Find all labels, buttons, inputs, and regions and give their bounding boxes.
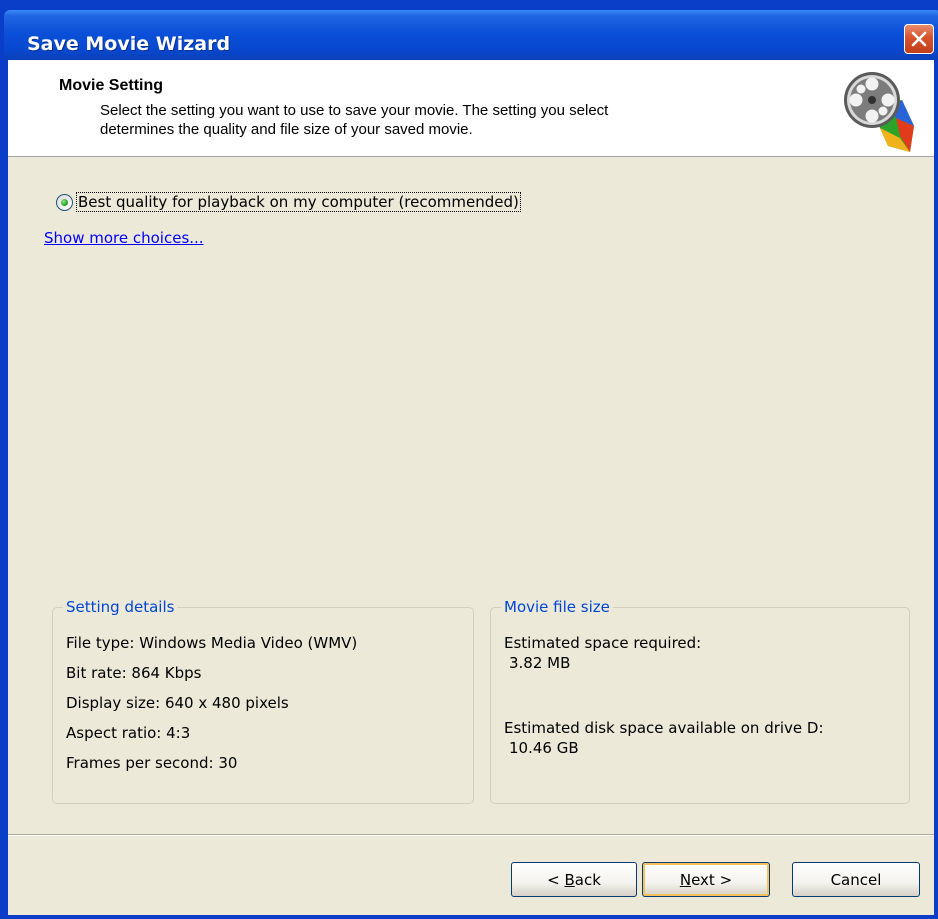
save-movie-wizard-window: Save Movie Wizard Movie Setting Select t… bbox=[0, 0, 938, 919]
back-button-hotkey: B bbox=[564, 870, 575, 889]
setting-details-group: Setting details File type: Windows Media… bbox=[52, 598, 474, 804]
cancel-button-label: Cancel bbox=[830, 870, 882, 889]
button-separator bbox=[8, 834, 934, 836]
best-quality-radio[interactable] bbox=[56, 193, 73, 211]
file-type-detail: File type: Windows Media Video (WMV) bbox=[66, 634, 358, 652]
next-button[interactable]: Next > bbox=[642, 862, 770, 897]
close-button[interactable] bbox=[904, 24, 934, 54]
frames-per-second-detail: Frames per second: 30 bbox=[66, 754, 238, 772]
movie-file-size-legend: Movie file size bbox=[501, 598, 613, 616]
best-quality-option[interactable]: Best quality for playback on my computer… bbox=[56, 192, 521, 212]
space-required-value: 3.82 MB bbox=[509, 654, 571, 672]
movie-file-size-group: Movie file size Estimated space required… bbox=[490, 598, 910, 804]
window-title: Save Movie Wizard bbox=[27, 33, 231, 55]
page-description: Select the setting you want to use to sa… bbox=[100, 101, 780, 139]
setting-details-legend: Setting details bbox=[63, 598, 178, 616]
best-quality-label[interactable]: Best quality for playback on my computer… bbox=[76, 192, 521, 212]
aspect-ratio-detail: Aspect ratio: 4:3 bbox=[66, 724, 191, 742]
page-description-line1: Select the setting you want to use to sa… bbox=[100, 102, 609, 119]
cancel-button[interactable]: Cancel bbox=[792, 862, 920, 897]
page-description-line2: determines the quality and file size of … bbox=[100, 121, 473, 138]
wizard-header: Movie Setting Select the setting you wan… bbox=[8, 60, 934, 157]
display-size-detail: Display size: 640 x 480 pixels bbox=[66, 694, 289, 712]
page-title: Movie Setting bbox=[59, 77, 164, 94]
space-required-label: Estimated space required: bbox=[504, 634, 702, 652]
title-bar[interactable]: Save Movie Wizard bbox=[4, 10, 938, 60]
show-more-choices-link[interactable]: Show more choices... bbox=[44, 229, 204, 247]
wizard-client-area: Movie Setting Select the setting you wan… bbox=[8, 60, 934, 915]
bit-rate-detail: Bit rate: 864 Kbps bbox=[66, 664, 202, 682]
back-button-rest: ack bbox=[574, 870, 601, 889]
disk-available-label: Estimated disk space available on drive … bbox=[504, 719, 824, 737]
disk-available-value: 10.46 GB bbox=[509, 739, 579, 757]
close-icon bbox=[911, 31, 927, 47]
next-button-hotkey: N bbox=[679, 870, 692, 889]
next-button-rest: ext > bbox=[691, 870, 733, 889]
back-button-prefix: < bbox=[547, 870, 565, 889]
back-button[interactable]: < Back bbox=[511, 862, 637, 897]
film-reel-icon bbox=[844, 72, 914, 152]
radio-selected-dot bbox=[61, 198, 68, 206]
